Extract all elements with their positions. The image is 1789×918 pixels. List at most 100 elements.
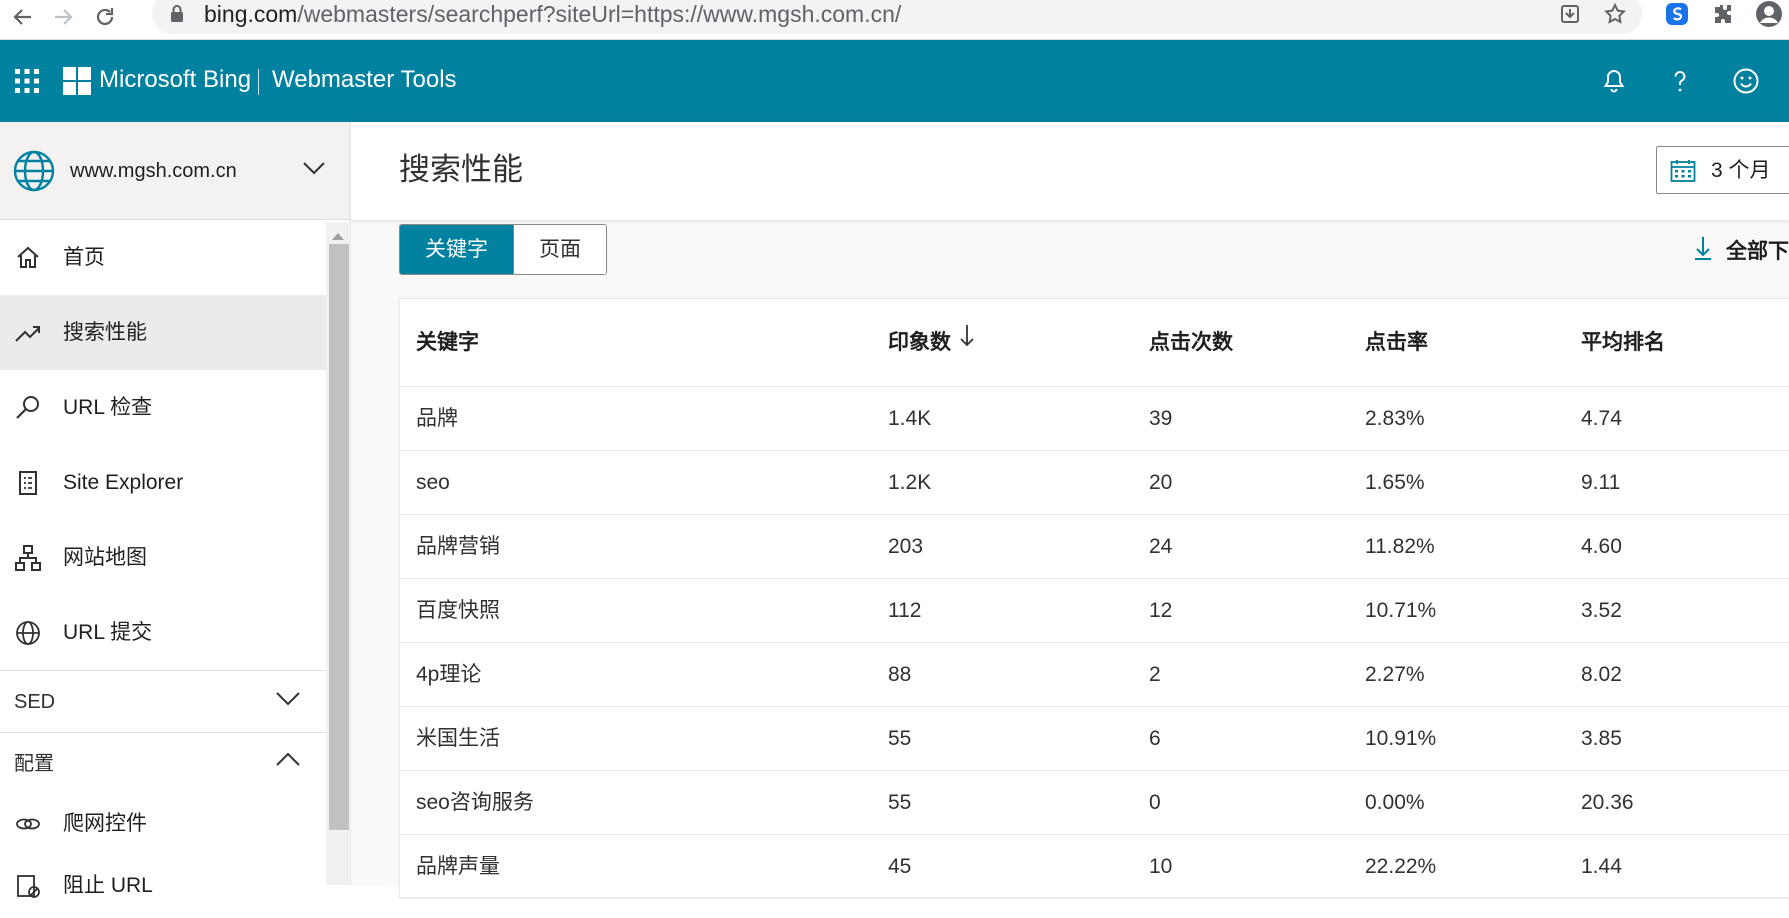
table-row[interactable]: seo咨询服务 55 0 0.00% 20.36 — [400, 771, 1789, 835]
sidebar-section-config[interactable]: 配置 — [0, 732, 326, 794]
search-icon — [14, 394, 42, 422]
table-cell[interactable]: 百度快照 — [416, 579, 500, 643]
help-question-icon[interactable] — [1660, 61, 1700, 101]
table-cell: 10.71% — [1365, 599, 1437, 622]
tab-keywords[interactable]: 关键字 — [400, 225, 513, 274]
table-cell[interactable]: 米国生活 — [416, 707, 500, 771]
brand-divider — [258, 69, 259, 95]
sidebar: www.mgsh.com.cn 首页 搜索性能 URL 检查 Site Expl… — [0, 122, 351, 898]
table-cell: 1.4K — [888, 407, 932, 430]
table-cell: 20.36 — [1581, 791, 1634, 814]
table-row[interactable]: 百度快照 112 12 10.71% 3.52 — [400, 579, 1789, 643]
app-launcher-icon[interactable] — [14, 68, 40, 98]
table-row[interactable]: 4p理论 88 2 2.27% 8.02 — [400, 643, 1789, 707]
column-header-clicks[interactable]: 点击次数 — [1149, 299, 1233, 387]
url-text[interactable]: bing.com/webmasters/searchperf?siteUrl=h… — [204, 0, 901, 28]
date-range-picker[interactable]: 3 个月 — [1656, 146, 1789, 194]
download-all-label: 全部下载 — [1726, 240, 1789, 263]
table-cell[interactable]: 品牌营销 — [416, 515, 500, 579]
table-cell: 2.27% — [1365, 663, 1425, 686]
site-selector[interactable]: www.mgsh.com.cn — [0, 122, 351, 220]
sidebar-item-url-inspection[interactable]: URL 检查 — [0, 370, 326, 445]
column-header-avg-position[interactable]: 平均排名 — [1581, 299, 1665, 387]
sidebar-item-label: 网站地图 — [63, 546, 147, 569]
sidebar-item-home[interactable]: 首页 — [0, 220, 326, 295]
chevron-down-icon[interactable] — [302, 160, 326, 180]
sidebar-item-label: 阻止 URL — [63, 874, 153, 897]
table-row[interactable]: 品牌营销 203 24 11.82% 4.60 — [400, 515, 1789, 579]
table-row[interactable]: 品牌 1.4K 39 2.83% 4.74 — [400, 387, 1789, 451]
sidebar-item-label: 搜索性能 — [63, 321, 147, 344]
column-header-impressions[interactable]: 印象数 — [888, 299, 975, 387]
page-header: 搜索性能 3 个月 — [351, 122, 1789, 220]
table-cell[interactable]: seo咨询服务 — [416, 771, 534, 835]
table-row[interactable]: seo 1.2K 20 1.65% 9.11 — [400, 451, 1789, 515]
table-cell: 55 — [888, 727, 912, 750]
browser-toolbar: bing.com/webmasters/searchperf?siteUrl=h… — [0, 0, 1789, 40]
site-name: www.mgsh.com.cn — [70, 160, 237, 182]
chevron-up-icon[interactable] — [275, 752, 301, 772]
download-all-button[interactable]: 全部下载 — [1694, 235, 1789, 265]
table-cell: 0.00% — [1365, 791, 1425, 814]
sidebar-item-crawl-control[interactable]: 爬网控件 — [0, 794, 326, 856]
sidebar-item-search-performance[interactable]: 搜索性能 — [0, 295, 326, 370]
table-row[interactable]: 米国生活 55 6 10.91% 3.85 — [400, 707, 1789, 771]
lock-icon[interactable] — [160, 0, 194, 28]
sidebar-scrollbar-thumb[interactable] — [329, 244, 349, 830]
table-cell: 1.65% — [1365, 471, 1425, 494]
url-host: bing.com — [204, 1, 298, 27]
app-header: Microsoft Bing Webmaster Tools — [0, 40, 1789, 122]
home-icon — [14, 244, 42, 272]
download-icon — [1694, 235, 1712, 265]
table-cell: 0 — [1149, 791, 1161, 814]
sort-descending-icon — [959, 299, 975, 387]
table-row[interactable]: 品牌声量 45 10 22.22% 1.44 — [400, 835, 1789, 899]
section-label: SED — [14, 691, 56, 713]
sidebar-item-sitemaps[interactable]: 网站地图 — [0, 520, 326, 595]
table-cell: 88 — [888, 663, 912, 686]
table-cell: 2 — [1149, 663, 1161, 686]
table-cell[interactable]: 4p理论 — [416, 643, 481, 707]
sidebar-item-url-submission[interactable]: URL 提交 — [0, 595, 326, 670]
sidebar-item-block-urls[interactable]: 阻止 URL — [0, 856, 326, 918]
column-header-keyword[interactable]: 关键字 — [416, 299, 479, 387]
microsoft-logo-icon — [63, 67, 91, 99]
table-cell: 10 — [1149, 855, 1173, 878]
tab-pages[interactable]: 页面 — [513, 225, 606, 274]
install-app-icon[interactable] — [1553, 0, 1587, 28]
column-header-ctr[interactable]: 点击率 — [1365, 299, 1428, 387]
table-cell: 55 — [888, 791, 912, 814]
table-cell[interactable]: 品牌声量 — [416, 835, 500, 899]
sidebar-item-label: URL 提交 — [63, 621, 153, 644]
table-cell: 1.2K — [888, 471, 932, 494]
reload-icon[interactable] — [88, 0, 122, 34]
scroll-up-arrow-icon[interactable] — [331, 226, 345, 245]
sidebar-item-site-explorer[interactable]: Site Explorer — [0, 445, 326, 520]
table-header-row: 关键字 印象数 点击次数 点击率 平均排名 — [400, 299, 1789, 387]
table-cell: 203 — [888, 535, 924, 558]
table-cell[interactable]: 品牌 — [416, 387, 458, 451]
table-cell: 9.11 — [1581, 471, 1621, 494]
globe-icon — [14, 619, 42, 647]
bookmark-star-icon[interactable] — [1598, 0, 1632, 28]
brand-name[interactable]: Microsoft Bing — [99, 62, 251, 98]
product-name[interactable]: Webmaster Tools — [272, 62, 457, 98]
section-label: 配置 — [14, 753, 54, 775]
chevron-down-icon[interactable] — [275, 690, 301, 710]
sidebar-section-sed[interactable]: SED — [0, 670, 326, 732]
extension-s-icon[interactable] — [1660, 0, 1694, 28]
back-icon[interactable] — [6, 0, 40, 34]
url-path: /webmasters/searchperf?siteUrl=https://w… — [297, 1, 902, 27]
crawl-icon — [14, 810, 42, 838]
table-cell: 12 — [1149, 599, 1173, 622]
table-cell[interactable]: seo — [416, 451, 450, 515]
profile-avatar-icon[interactable] — [1752, 0, 1786, 28]
trend-icon — [14, 319, 42, 347]
view-toggle: 关键字 页面 — [399, 224, 607, 275]
forward-icon[interactable] — [46, 0, 80, 34]
feedback-smiley-icon[interactable] — [1726, 61, 1766, 101]
extensions-puzzle-icon[interactable] — [1706, 0, 1740, 28]
table-cell: 3.52 — [1581, 599, 1622, 622]
notifications-bell-icon[interactable] — [1594, 61, 1634, 101]
table-cell: 45 — [888, 855, 912, 878]
